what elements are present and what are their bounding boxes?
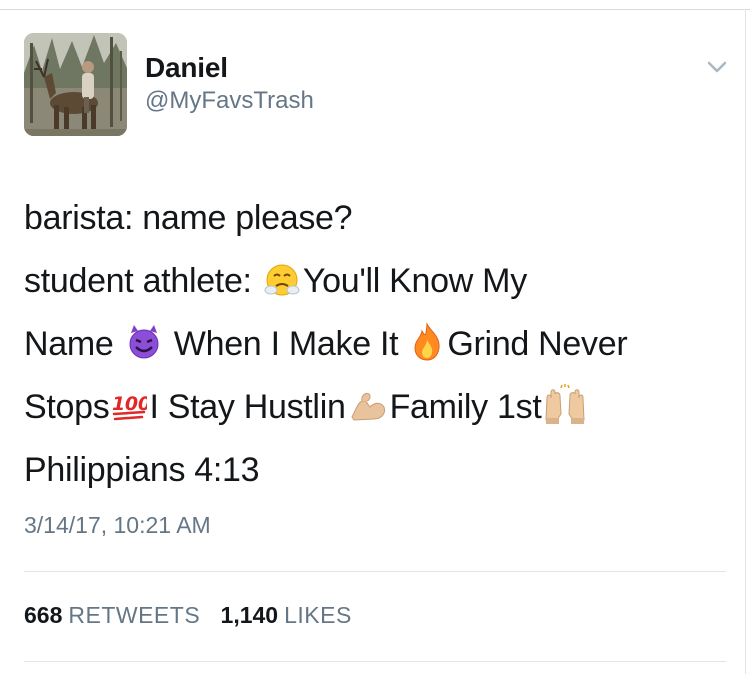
tweet-line: Stops 100 I Stay Hustlin Family 1st — [24, 376, 739, 439]
tweet-text-segment: I Stay Hustlin — [149, 388, 346, 426]
tweet-line: Philippians 4:13 — [24, 439, 739, 502]
avatar[interactable] — [24, 33, 127, 136]
top-divider — [0, 9, 750, 10]
user-handle[interactable]: @MyFavsTrash — [145, 87, 314, 115]
tweet-text-segment: barista: name please? — [24, 199, 353, 237]
face-with-steam-from-nose-emoji — [263, 260, 301, 298]
tweet-text-segment: Stops — [24, 388, 110, 426]
tweet-text-segment: Name — [24, 325, 123, 363]
engagement-stats: 668 RETWEETS 1,140 LIKES — [24, 602, 366, 629]
likes-stat[interactable]: 1,140 LIKES — [221, 602, 352, 629]
retweets-count: 668 — [24, 602, 63, 628]
retweets-label: RETWEETS — [68, 602, 201, 628]
likes-count: 1,140 — [220, 602, 279, 628]
fire-emoji — [409, 322, 445, 362]
flexed-biceps-emoji — [348, 387, 388, 423]
retweets-stat[interactable]: 668 RETWEETS — [24, 602, 200, 629]
tweet-text: barista: name please? student athlete: Yo… — [24, 187, 739, 502]
tweet-text-segment: Family 1st — [389, 388, 542, 426]
tweet-line: student athlete: You'll Know My — [24, 250, 739, 313]
avatar-photo — [24, 33, 127, 136]
display-name[interactable]: Daniel — [145, 52, 228, 84]
tweet-text-segment: Grind Never — [447, 325, 628, 363]
tweet-line: Name When I Make It Grind Never — [24, 313, 739, 376]
timestamp[interactable]: 3/14/17, 10:21 AM — [24, 512, 211, 539]
smiling-face-with-horns-emoji — [125, 323, 163, 361]
divider — [24, 661, 726, 662]
tweet-text-segment: When I Make It — [164, 325, 408, 363]
divider — [24, 571, 726, 572]
tweet-line: barista: name please? — [24, 187, 739, 250]
tweet-text-segment: You'll Know My — [302, 262, 527, 300]
tweet-text-segment: Philippians 4:13 — [24, 451, 260, 489]
hundred-points-emoji: 100 — [111, 385, 147, 425]
tweet-detail-view: Daniel @MyFavsTrash barista: name please… — [0, 0, 750, 674]
right-edge-divider — [745, 9, 746, 674]
likes-label: LIKES — [284, 602, 352, 628]
raising-hands-emoji — [543, 384, 587, 426]
chevron-down-icon[interactable] — [703, 57, 731, 77]
tweet-text-segment: student athlete: — [24, 262, 261, 300]
